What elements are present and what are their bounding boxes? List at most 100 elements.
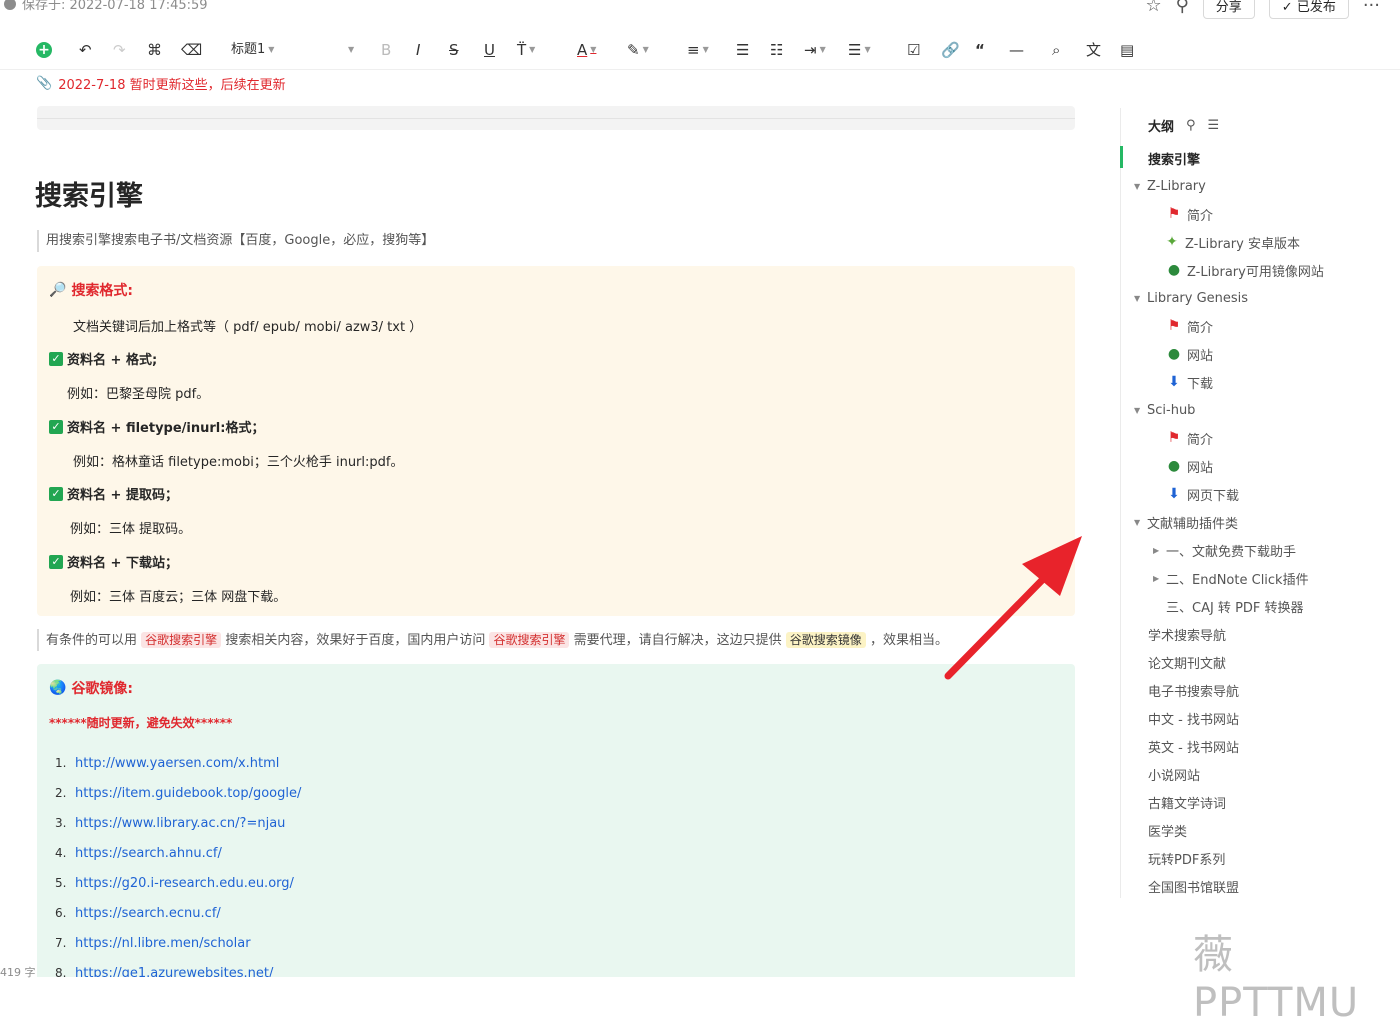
outline-item[interactable]: ▶ 二、EndNote Click插件 <box>1153 568 1309 588</box>
ordered-list-icon[interactable]: ☷ <box>770 40 783 60</box>
search-replace-icon[interactable]: ⌕ <box>1052 40 1060 60</box>
caret-right-icon[interactable]: ▶ <box>1153 574 1161 583</box>
mirror-list: 1. http://www.yaersen.com/x.html 2. https:… <box>55 748 301 978</box>
callout-heading: 🌏 谷歌镜像: <box>49 678 133 698</box>
globe-icon: ● <box>1167 262 1181 278</box>
clock-icon <box>4 0 16 10</box>
outline-item[interactable]: ⚑ 简介 <box>1166 204 1213 224</box>
globe-icon: ● <box>1167 458 1181 474</box>
outline-item[interactable]: ⚑ 简介 <box>1166 428 1213 448</box>
translate-icon[interactable]: 文 <box>1086 40 1101 60</box>
google-mirror-tag[interactable]: 谷歌搜索镜像 <box>785 632 866 648</box>
mirror-link[interactable]: https://www.library.ac.cn/?=njau <box>75 816 285 831</box>
star-icon[interactable]: ☆ <box>1145 0 1161 16</box>
document-icon[interactable]: ▤ <box>1120 40 1134 60</box>
outline-item[interactable]: 中文 - 找书网站 <box>1148 708 1239 728</box>
word-count: 419 字 <box>0 966 36 979</box>
list-item: 7. https://nl.libre.men/scholar <box>55 935 251 951</box>
outline-item[interactable]: 搜索引擎 <box>1148 148 1200 168</box>
font-color-icon[interactable]: A ▼ <box>577 40 596 60</box>
format-painter-icon[interactable]: ⌘ <box>147 40 162 60</box>
share-button[interactable]: 分享 <box>1202 0 1255 19</box>
outline-item[interactable]: 论文期刊文献 <box>1148 652 1226 672</box>
google-engine-tag[interactable]: 谷歌搜索引擎 <box>489 632 570 648</box>
globe-icon: ● <box>1167 346 1181 362</box>
mirror-link[interactable]: https://item.guidebook.top/google/ <box>75 786 301 801</box>
collapsed-block[interactable] <box>37 106 1075 130</box>
outline-item[interactable]: 古籍文学诗词 <box>1148 792 1226 812</box>
quote-text: ，效果相当。 <box>869 633 948 648</box>
list-icon[interactable]: ☰ <box>1208 118 1220 133</box>
quote-icon[interactable]: “ <box>975 40 985 60</box>
format-example: 例如：三体 提取码。 <box>70 522 192 537</box>
link-icon[interactable]: 🔗 <box>941 40 960 60</box>
outline-item[interactable]: ▼ Z-Library <box>1134 176 1206 196</box>
globe-icon: 🌏 <box>49 680 67 696</box>
outline-item[interactable]: 学术搜索导航 <box>1148 624 1226 644</box>
published-button[interactable]: ✓ 已发布 <box>1268 0 1349 19</box>
caret-down-icon[interactable]: ▼ <box>1134 294 1142 303</box>
check-icon: ✓ <box>49 419 63 434</box>
google-engine-tag[interactable]: 谷歌搜索引擎 <box>141 632 222 648</box>
quote-text: 有条件的可以用 <box>46 633 138 648</box>
insert-icon[interactable]: + <box>36 40 52 60</box>
outline-item[interactable]: ⬇ 下载 <box>1166 372 1213 392</box>
outline-item[interactable]: ● 网站 <box>1166 344 1213 364</box>
red-flag-icon: ⚑ <box>1167 318 1181 334</box>
italic-icon[interactable]: I <box>416 40 420 60</box>
chevron-down-icon: ▼ <box>348 45 355 54</box>
format-item: ✓ 资料名 + 格式; <box>49 349 157 368</box>
outline-item[interactable]: 全国图书馆联盟 <box>1148 876 1239 896</box>
outline-item[interactable]: ⚑ 简介 <box>1166 316 1213 336</box>
caret-down-icon[interactable]: ▼ <box>1134 518 1142 527</box>
divider-icon[interactable]: — <box>1009 40 1024 60</box>
outline-item[interactable]: 玩转PDF系列 <box>1148 848 1225 868</box>
outline-item[interactable]: ▶ 一、文献免费下载助手 <box>1153 540 1296 560</box>
clear-format-icon[interactable]: ⌫ <box>181 40 202 60</box>
format-item-text: 资料名 + 提取码； <box>67 488 178 503</box>
bullet-list-icon[interactable]: ☰ <box>736 40 749 60</box>
mirror-link[interactable]: https://search.ecnu.cf/ <box>75 906 221 921</box>
bold-icon[interactable]: B <box>381 40 391 60</box>
pin-icon[interactable]: ⚲ <box>1186 118 1196 133</box>
caret-down-icon[interactable]: ▼ <box>1134 182 1142 191</box>
mirror-link[interactable]: https://g20.i-research.edu.eu.org/ <box>75 876 294 891</box>
outline-item[interactable]: 电子书搜索导航 <box>1148 680 1239 700</box>
mirror-link[interactable]: https://search.ahnu.cf/ <box>75 846 222 861</box>
outline-item[interactable]: ● 网站 <box>1166 456 1213 476</box>
outline-item[interactable]: 英文 - 找书网站 <box>1148 736 1239 756</box>
heading-select-label: 标题1 <box>231 42 266 57</box>
outline-item[interactable]: 小说网站 <box>1148 764 1200 784</box>
quote-text: 搜索相关内容，效果好于百度，国内用户访问 <box>225 633 486 648</box>
outline-item[interactable]: 医学类 <box>1148 820 1187 840</box>
highlight-icon[interactable]: ✎ ▼ <box>627 40 649 60</box>
align-icon[interactable]: ≡ ▼ <box>687 40 709 60</box>
mirror-link[interactable]: https://ge1.azurewebsites.net/ <box>75 966 273 978</box>
outline-item[interactable]: ⬇ 网页下载 <box>1166 484 1239 504</box>
outline-item[interactable]: ▼ Sci-hub <box>1134 400 1195 420</box>
font-size-select[interactable]: ▼ <box>348 40 354 60</box>
underline-icon[interactable]: U <box>484 40 495 60</box>
outline-item[interactable]: 三、CAJ 转 PDF 转换器 <box>1166 596 1304 616</box>
line-height-icon[interactable]: ☰ ▼ <box>848 40 871 60</box>
heading-select[interactable]: 标题1 ▼ <box>231 40 274 60</box>
list-item: 3. https://www.library.ac.cn/?=njau <box>55 815 286 831</box>
structure-icon[interactable]: ⚲ <box>1176 0 1189 16</box>
outline-item[interactable]: ● Z-Library可用镜像网站 <box>1166 260 1324 280</box>
mirror-link[interactable]: http://www.yaersen.com/x.html <box>75 756 279 771</box>
outline-item[interactable]: ✦ Z-Library 安卓版本 <box>1164 232 1300 252</box>
download-icon: ⬇ <box>1168 486 1180 502</box>
search-format-callout: 🔎 搜索格式: 文档关键词后加上格式等（ pdf/ epub/ mobi/ azw… <box>37 266 1075 616</box>
more-icon[interactable]: ··· <box>1363 0 1400 16</box>
indent-icon[interactable]: ⇥ ▼ <box>804 40 826 60</box>
mirror-link[interactable]: https://nl.libre.men/scholar <box>75 936 251 951</box>
undo-icon[interactable]: ↶ <box>79 40 92 60</box>
caret-right-icon[interactable]: ▶ <box>1153 546 1161 555</box>
task-list-icon[interactable]: ☑ <box>907 40 920 60</box>
text-style-icon[interactable]: T̈ ▼ <box>517 40 535 60</box>
strikethrough-icon[interactable]: S <box>449 40 459 60</box>
caret-down-icon[interactable]: ▼ <box>1134 406 1142 415</box>
outline-item[interactable]: ▼ 文献辅助插件类 <box>1134 512 1238 532</box>
redo-icon[interactable]: ↷ <box>113 40 126 60</box>
outline-item[interactable]: ▼ Library Genesis <box>1134 288 1248 308</box>
